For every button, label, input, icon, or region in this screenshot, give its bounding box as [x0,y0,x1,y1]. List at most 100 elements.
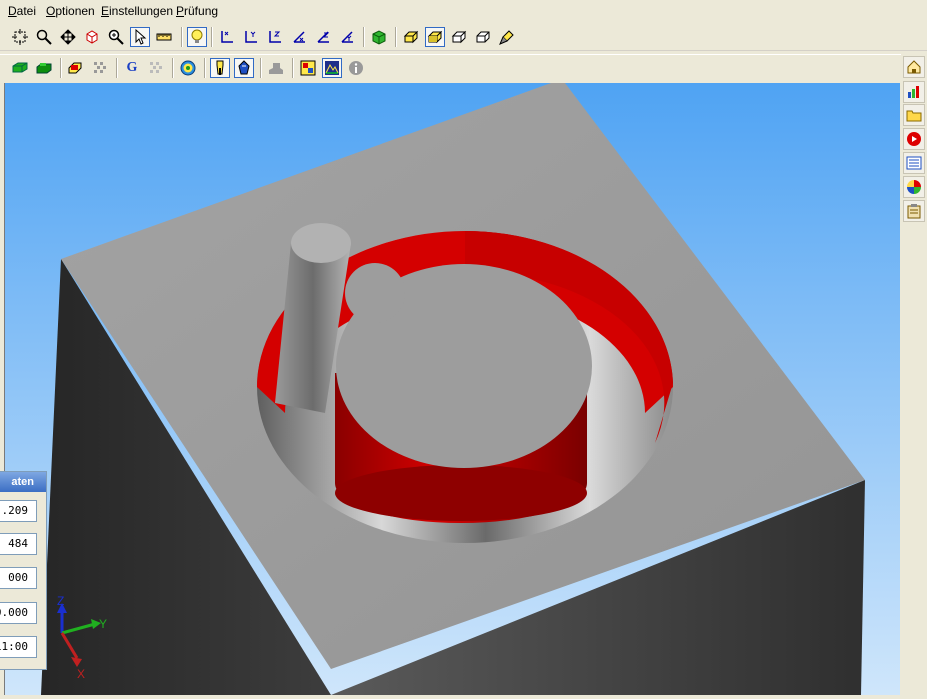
iso-box-icon [403,30,419,44]
target-button[interactable] [178,58,198,78]
part-button[interactable] [66,58,86,78]
coord-field-feed[interactable]: 0.000 [0,602,37,624]
toolbar-separator [292,58,294,78]
menu-datei-hotkey: D [8,4,17,18]
points-grid-icon [94,62,106,73]
menu-bar: Datei Optionen Einstellungen Prüfung [0,0,927,22]
3d-viewport[interactable]: Z Y X [4,83,900,695]
info-button[interactable] [346,58,366,78]
green-cube-icon [372,30,386,45]
y-axis-label: Y [99,617,107,631]
coordinates-title-text: aten [11,476,34,488]
menu-einstellungen[interactable]: Einstellungen [101,4,173,18]
home-button[interactable] [903,56,925,78]
ruler-icon [156,33,172,41]
boss-base [335,465,587,521]
axis-view-icon [293,31,305,43]
analysis-button[interactable] [322,58,342,78]
menu-pruefung[interactable]: Prüfung [176,4,218,18]
menu-optionen[interactable]: Optionen [46,4,95,18]
avi-button[interactable] [903,128,925,150]
simulation-scene: Z Y X [41,83,865,695]
view-y-button[interactable] [241,27,261,47]
view-yz-button[interactable] [337,27,357,47]
part-gray-button[interactable] [266,58,286,78]
iso-outline-icon [476,31,490,43]
points-dim-button[interactable] [146,58,166,78]
green-stock-icon [12,62,28,73]
menu-datei[interactable]: Datei [8,4,36,18]
boss-notch [345,263,405,323]
tool-cutter-icon [238,60,250,75]
menu-pruefung-label: rüfung [184,4,219,18]
coord-field-x[interactable]: .209 [0,500,37,522]
axis-view-icon [221,31,233,43]
zoom-in-icon [108,29,124,45]
lightbulb-icon [191,29,203,43]
settings-button[interactable] [903,152,925,174]
simulation-toolbar: G [0,54,927,83]
iso-outline-button[interactable] [473,27,493,47]
select-window-icon [12,29,28,45]
iso-yellow-button[interactable] [401,27,421,47]
color-wheel-icon [907,180,921,194]
select-window-button[interactable] [10,27,30,47]
axis-view-icon [245,31,257,43]
tool-holder-button[interactable] [210,58,230,78]
toolbar-separator [181,27,183,47]
rotate-cube-icon [86,30,98,44]
coord-field-z[interactable]: 000 [0,567,37,589]
zoom-in-button[interactable] [106,27,126,47]
light-button[interactable] [187,27,207,47]
settings-icon [906,156,922,170]
chart-icon [908,86,919,98]
color-button[interactable] [903,176,925,198]
tool-cutter-button[interactable] [234,58,254,78]
stock-button[interactable] [10,58,30,78]
right-sidebar [901,54,927,699]
view-toolbar [0,24,927,51]
z-axis-label: Z [57,594,64,608]
compare-button[interactable] [298,58,318,78]
stock-2-button[interactable] [34,58,54,78]
view-x-button[interactable] [217,27,237,47]
clipboard-icon [907,204,921,219]
x-axis-label: X [77,667,85,681]
axis-view-icon [341,31,353,43]
view-xy-button[interactable] [289,27,309,47]
zoom-button[interactable] [34,27,54,47]
pointer-button[interactable] [130,27,150,47]
iso-shaded-button[interactable] [425,27,445,47]
avi-icon [907,132,921,146]
cutting-tool-top [291,223,351,263]
solid-view-button[interactable] [369,27,389,47]
rotate-view-button[interactable] [82,27,102,47]
g-code-button[interactable]: G [122,58,142,78]
toolbar-separator [172,58,174,78]
gray-part-icon [269,63,283,74]
open-button[interactable] [903,104,925,126]
axis-view-icon [317,31,330,43]
zoom-icon [36,29,52,45]
iso-box-icon [427,30,443,44]
view-zx-button[interactable] [313,27,333,47]
compare-icon [300,60,316,76]
coordinates-panel: aten .209 484 000 0.000 11:00 [0,471,47,670]
coordinates-panel-title[interactable]: aten [0,472,46,492]
measure-button[interactable] [154,27,174,47]
menu-optionen-hotkey: O [46,4,56,18]
toolbar-separator [204,58,206,78]
g-code-label: G [126,60,138,75]
menu-einstellungen-label: instellungen [109,4,174,18]
menu-einstellungen-hotkey: E [101,4,110,18]
view-z-button[interactable] [265,27,285,47]
chart-button[interactable] [903,81,925,103]
pan-button[interactable] [58,27,78,47]
coord-field-time[interactable]: 11:00 [0,636,37,658]
clipboard-button[interactable] [903,200,925,222]
coord-field-y[interactable]: 484 [0,533,37,555]
paint-button[interactable] [497,27,517,47]
iso-wire-button[interactable] [449,27,469,47]
points-button[interactable] [90,58,110,78]
home-icon [907,60,921,74]
